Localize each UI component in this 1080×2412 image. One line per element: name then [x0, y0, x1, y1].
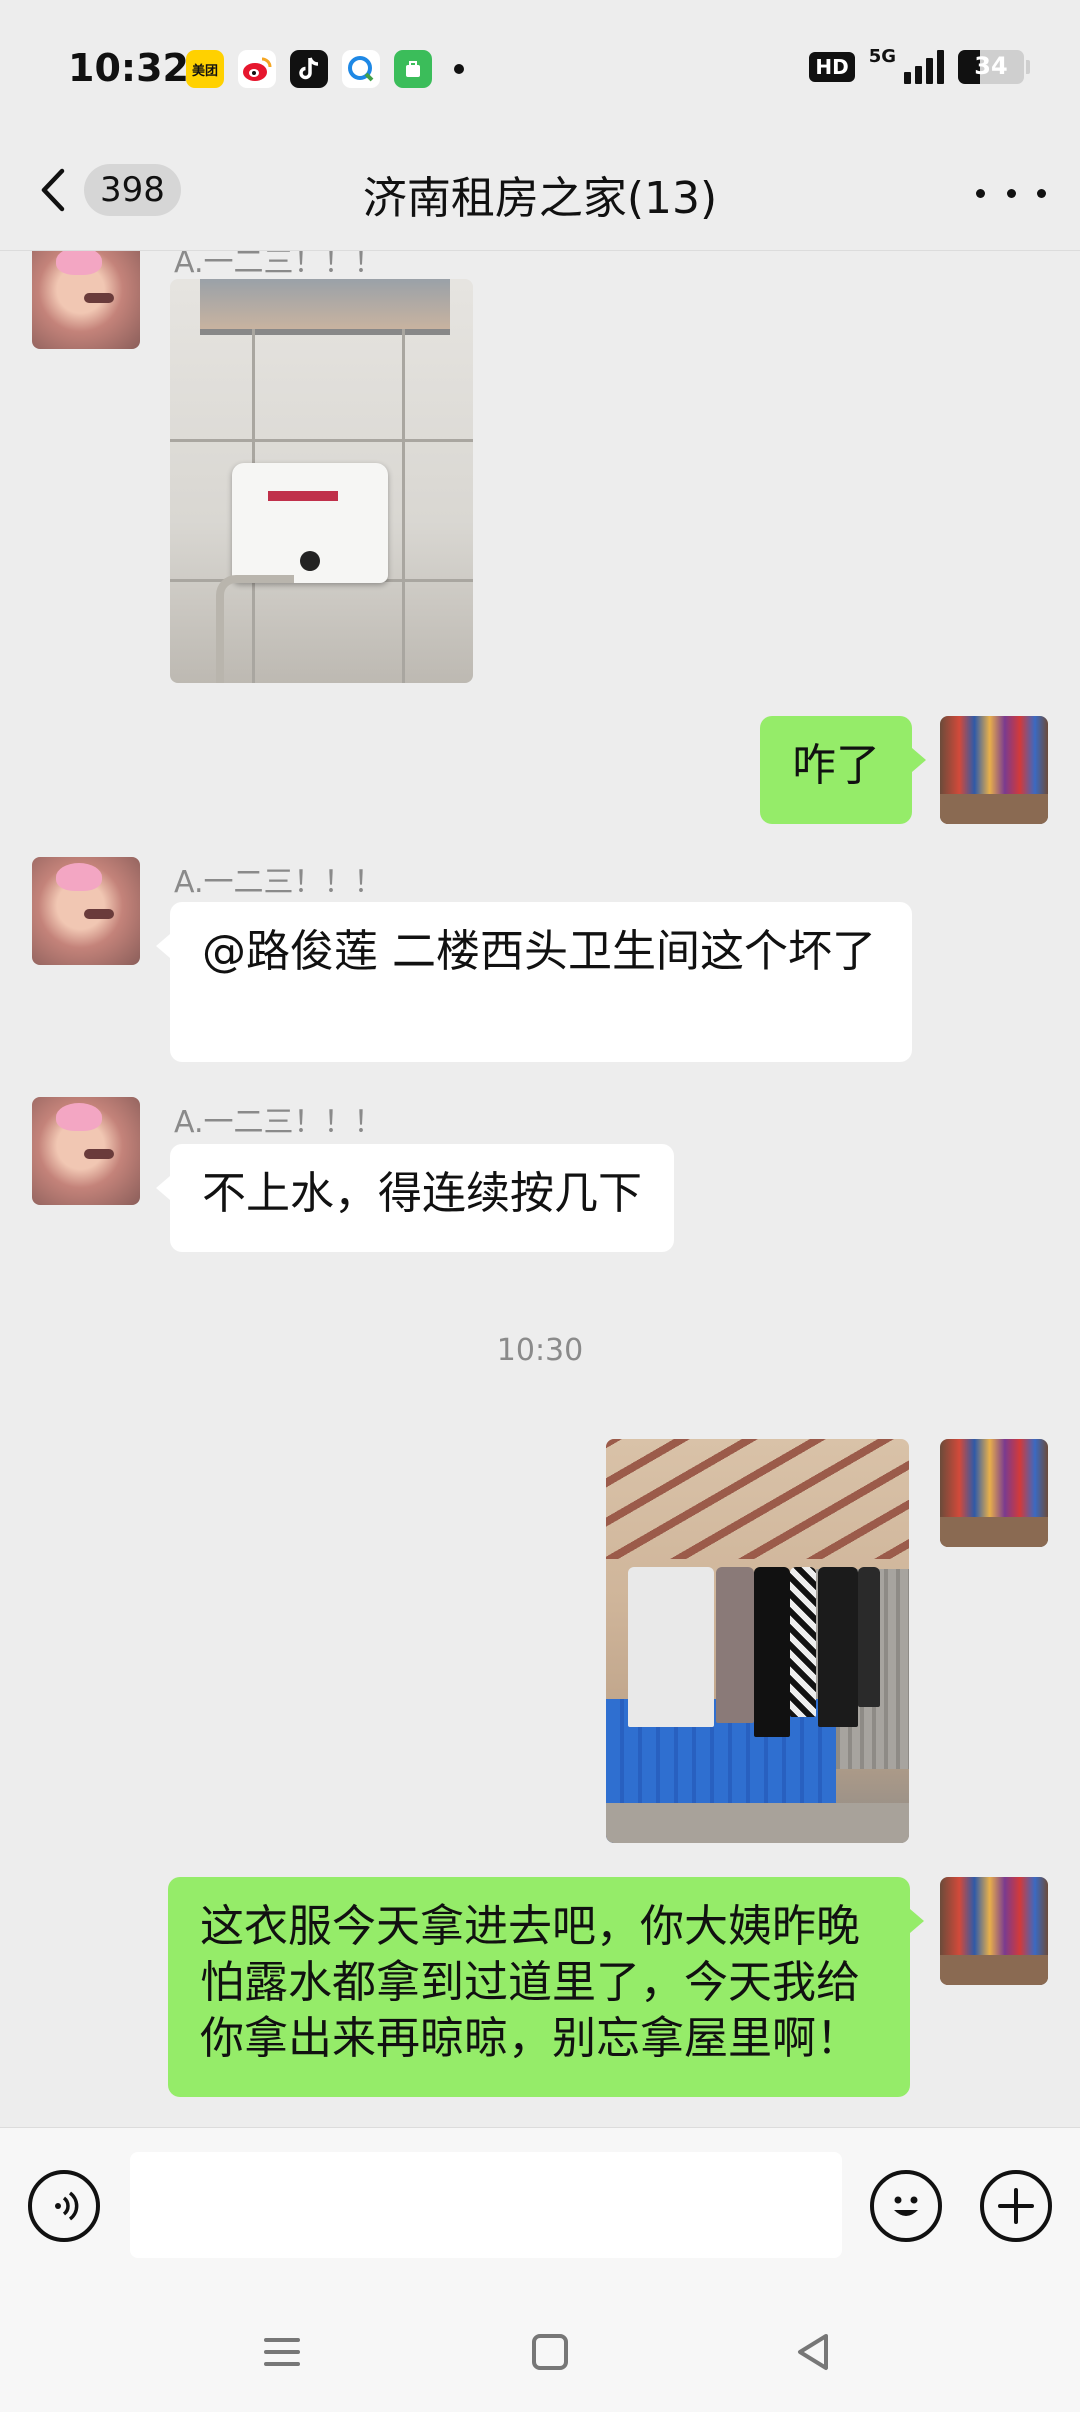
photo-window [200, 279, 450, 335]
home-square-icon [532, 2334, 568, 2370]
menu-icon [264, 2338, 300, 2366]
sender-avatar[interactable] [32, 857, 140, 965]
more-dot-icon [1037, 188, 1046, 198]
message-bubble[interactable]: 咋了 [760, 716, 926, 824]
signal-icon [904, 50, 944, 84]
message-bubble[interactable]: @路俊莲 二楼西头卫生间这个坏了 [156, 902, 912, 1062]
sender-avatar[interactable] [32, 251, 140, 349]
weibo-icon [238, 50, 276, 88]
back-nav-button[interactable] [784, 2322, 844, 2382]
triangle-back-icon [798, 2334, 828, 2370]
status-time: 10:32 [68, 46, 189, 90]
emoji-icon [894, 2196, 918, 2216]
clothes-drying-photo[interactable] [606, 1439, 909, 1843]
shirt [628, 1567, 714, 1727]
more-options-button[interactable] [976, 168, 1046, 218]
sender-name: A.一二三！！！ [174, 251, 384, 280]
status-bar: 10:32 美团 HD 5G 34 [0, 0, 1080, 140]
status-right: HD 5G 34 [809, 46, 1030, 84]
hd-badge: HD [809, 52, 855, 82]
my-avatar[interactable] [940, 1877, 1048, 1985]
meituan-icon: 美团 [186, 50, 224, 88]
more-notifications-dot [454, 64, 464, 74]
battery-level: 34 [974, 52, 1008, 80]
tiktok-icon [290, 50, 328, 88]
sender-name: A.一二三！！！ [174, 1105, 384, 1140]
voice-icon [55, 2191, 79, 2221]
battery-icon: 34 [958, 50, 1024, 84]
time-divider: 10:30 [496, 1333, 584, 1368]
plus-icon [998, 2188, 1034, 2224]
input-bar [0, 2127, 1080, 2282]
chat-title: 济南租房之家(13) [362, 173, 718, 224]
message-bubble[interactable]: 不上水，得连续按几下 [156, 1144, 674, 1252]
toilet-tank-photo[interactable] [170, 279, 473, 683]
more-functions-button[interactable] [980, 2170, 1052, 2242]
sender-name: A.一二三！！！ [174, 865, 384, 900]
my-avatar[interactable] [940, 716, 1048, 824]
system-nav-bar [0, 2282, 1080, 2412]
menu-nav-button[interactable] [252, 2322, 312, 2382]
message-list[interactable]: A.一二三！！！ 咋了 A.一二三！！！ @路俊莲 二楼西头卫生间这个坏了 A.… [0, 251, 1080, 2127]
battery-tip [1026, 60, 1030, 74]
mini-app-icon [394, 50, 432, 88]
notification-icons: 美团 [186, 50, 464, 88]
home-nav-button[interactable] [520, 2322, 580, 2382]
message-input[interactable] [130, 2152, 842, 2258]
toilet-tank [232, 463, 388, 583]
voice-input-button[interactable] [28, 2170, 100, 2242]
sender-avatar[interactable] [32, 1097, 140, 1205]
network-type: 5G [868, 46, 896, 67]
my-avatar[interactable] [940, 1439, 1048, 1547]
more-dot-icon [976, 188, 985, 198]
qq-browser-icon [342, 50, 380, 88]
more-dot-icon [1006, 188, 1016, 198]
emoji-button[interactable] [870, 2170, 942, 2242]
message-bubble[interactable]: 这衣服今天拿进去吧，你大姨昨晚怕露水都拿到过道里了，今天我给你拿出来再晾晾，别忘… [168, 1877, 924, 2097]
chat-header: 398 济南租房之家(13) [0, 140, 1080, 251]
